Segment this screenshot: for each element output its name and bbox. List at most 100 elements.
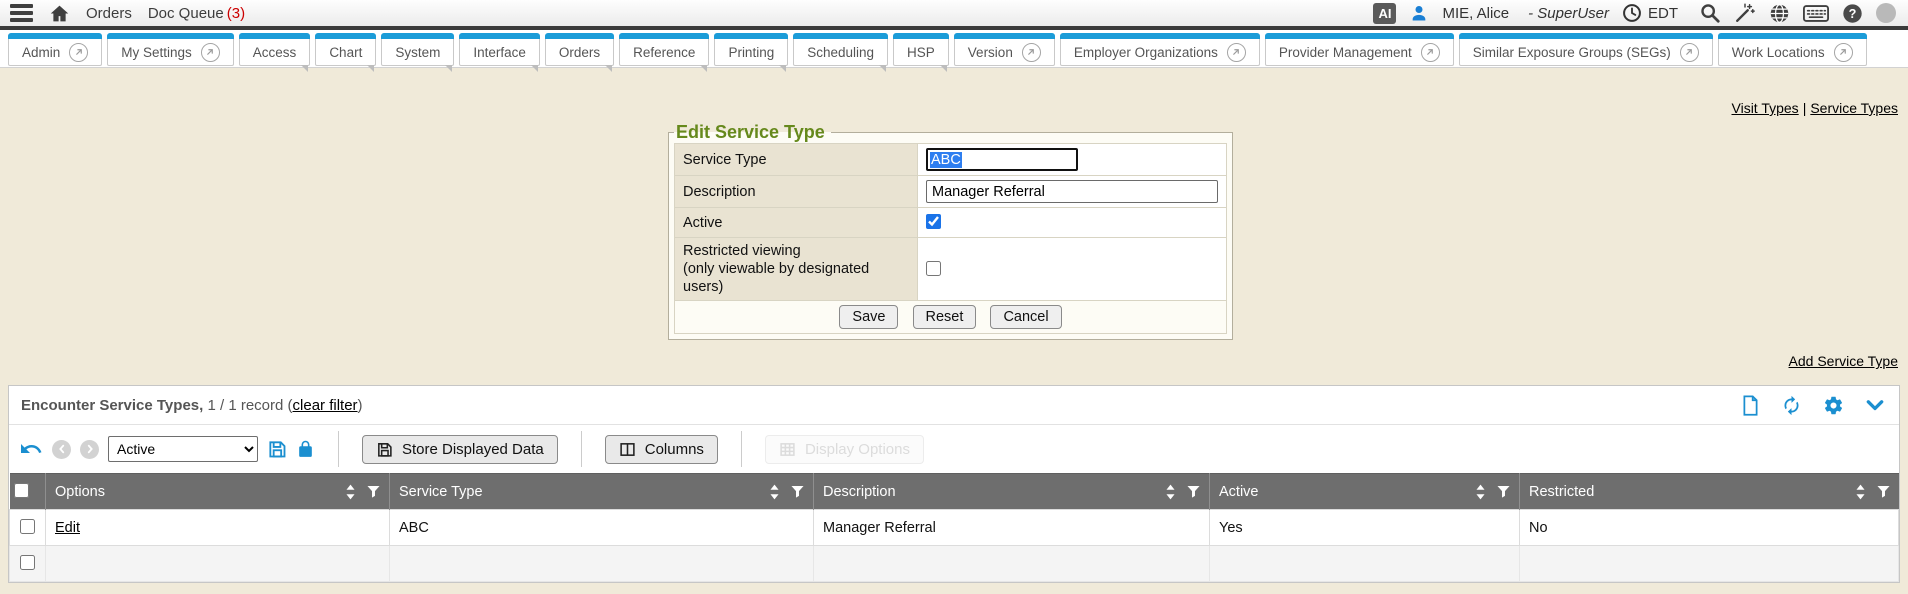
refresh-icon[interactable] [1781, 395, 1802, 416]
toolbar-divider [741, 431, 742, 467]
user-icon[interactable] [1409, 3, 1429, 23]
tab-label: Reference [633, 45, 695, 60]
panel-icons [1741, 395, 1885, 416]
service-type-input[interactable]: ABC [926, 148, 1078, 171]
filter-icon[interactable] [1187, 485, 1200, 498]
nav-doc-queue[interactable]: Doc Queue(3) [148, 5, 245, 22]
table-header-row: Options Service Type Description Active … [10, 474, 1899, 510]
ai-badge[interactable]: AI [1373, 3, 1396, 24]
tab-access[interactable]: Access [239, 33, 311, 66]
tab-system[interactable]: System [381, 33, 454, 66]
service-types-link[interactable]: Service Types [1810, 100, 1898, 116]
filter-icon[interactable] [791, 485, 804, 498]
new-document-icon[interactable] [1741, 395, 1760, 416]
popout-icon[interactable] [1834, 43, 1853, 62]
doc-queue-label: Doc Queue [148, 5, 224, 22]
tab-label: Work Locations [1732, 45, 1825, 60]
gray-circle-icon[interactable] [1876, 3, 1896, 23]
lock-icon[interactable] [296, 439, 315, 459]
filter-icon[interactable] [367, 485, 380, 498]
header-service-type[interactable]: Service Type [390, 474, 814, 510]
popout-icon[interactable] [1421, 43, 1440, 62]
filter-icon[interactable] [1497, 485, 1510, 498]
tab-provider-management[interactable]: Provider Management [1265, 33, 1454, 66]
tab-orders[interactable]: Orders [545, 33, 614, 66]
search-icon[interactable] [1699, 2, 1721, 24]
popout-icon[interactable] [69, 43, 88, 62]
select-all-checkbox[interactable] [14, 483, 29, 498]
popout-icon[interactable] [1022, 43, 1041, 62]
filter-select[interactable]: Active [108, 436, 258, 462]
floppy-icon [376, 441, 393, 458]
doc-queue-count: (3) [227, 5, 245, 22]
tab-hsp[interactable]: HSP [893, 33, 949, 66]
topbar-left: Orders Doc Queue(3) [10, 3, 245, 24]
table-footer-row [10, 546, 1899, 582]
wand-icon[interactable] [1734, 2, 1756, 24]
prev-page-icon[interactable] [52, 440, 71, 459]
popout-icon[interactable] [1680, 43, 1699, 62]
sort-icon[interactable] [1475, 484, 1486, 499]
gear-icon[interactable] [1823, 395, 1844, 416]
sort-icon[interactable] [769, 484, 780, 499]
store-displayed-data-button[interactable]: Store Displayed Data [362, 435, 558, 464]
header-options[interactable]: Options [46, 474, 390, 510]
restricted-checkbox[interactable] [926, 261, 941, 276]
header-description[interactable]: Description [814, 474, 1210, 510]
tab-version[interactable]: Version [954, 33, 1055, 66]
tab-admin[interactable]: Admin [8, 33, 102, 66]
row-checkbox[interactable] [20, 519, 35, 534]
popout-icon[interactable] [1227, 43, 1246, 62]
header-active[interactable]: Active [1210, 474, 1520, 510]
tab-scheduling[interactable]: Scheduling [793, 33, 888, 66]
clear-filter-link[interactable]: clear filter [293, 397, 358, 414]
hamburger-menu-icon[interactable] [10, 4, 33, 22]
collapse-chevron-icon[interactable] [1865, 398, 1885, 414]
active-label: Active [675, 208, 918, 238]
record-count-close: ) [358, 397, 363, 414]
keyboard-icon[interactable] [1803, 4, 1829, 23]
description-input[interactable] [926, 180, 1218, 203]
visit-types-link[interactable]: Visit Types [1732, 100, 1799, 116]
tab-employer-organizations[interactable]: Employer Organizations [1060, 33, 1260, 66]
popout-icon[interactable] [201, 43, 220, 62]
save-button[interactable]: Save [839, 305, 898, 329]
cell-description: Manager Referral [814, 510, 1210, 546]
header-restricted[interactable]: Restricted [1520, 474, 1899, 510]
active-checkbox[interactable] [926, 214, 941, 229]
description-label: Description [675, 176, 918, 208]
restricted-label: Restricted viewing (only viewable by des… [675, 238, 918, 301]
cell-service-type: ABC [390, 510, 814, 546]
service-types-table: Options Service Type Description Active … [9, 473, 1899, 582]
tab-reference[interactable]: Reference [619, 33, 709, 66]
globe-icon[interactable] [1769, 3, 1790, 24]
save-filter-icon[interactable] [267, 439, 287, 459]
add-service-type-link[interactable]: Add Service Type [1789, 353, 1898, 369]
edit-link[interactable]: Edit [55, 520, 80, 536]
footer-checkbox[interactable] [20, 555, 35, 570]
next-page-icon[interactable] [80, 440, 99, 459]
sort-icon[interactable] [1855, 484, 1866, 499]
service-type-value: ABC [930, 152, 962, 168]
tab-similar-exposure-groups[interactable]: Similar Exposure Groups (SEGs) [1459, 33, 1713, 66]
user-role: - SuperUser [1528, 5, 1609, 22]
nav-orders[interactable]: Orders [86, 5, 132, 22]
tab-chart[interactable]: Chart [315, 33, 376, 66]
tab-my-settings[interactable]: My Settings [107, 33, 234, 66]
cancel-button[interactable]: Cancel [990, 305, 1061, 329]
home-icon[interactable] [49, 3, 70, 24]
tab-interface[interactable]: Interface [459, 33, 540, 66]
reset-button[interactable]: Reset [913, 305, 977, 329]
undo-icon[interactable] [19, 437, 43, 461]
sort-icon[interactable] [1165, 484, 1176, 499]
help-icon[interactable]: ? [1842, 3, 1863, 24]
filter-icon[interactable] [1877, 485, 1890, 498]
tab-label: My Settings [121, 45, 192, 60]
header-label: Service Type [399, 484, 483, 500]
toolbar-divider [581, 431, 582, 467]
clock-icon[interactable] [1622, 3, 1642, 23]
tab-work-locations[interactable]: Work Locations [1718, 33, 1867, 66]
tab-printing[interactable]: Printing [714, 33, 788, 66]
columns-button[interactable]: Columns [605, 435, 718, 464]
sort-icon[interactable] [345, 484, 356, 499]
